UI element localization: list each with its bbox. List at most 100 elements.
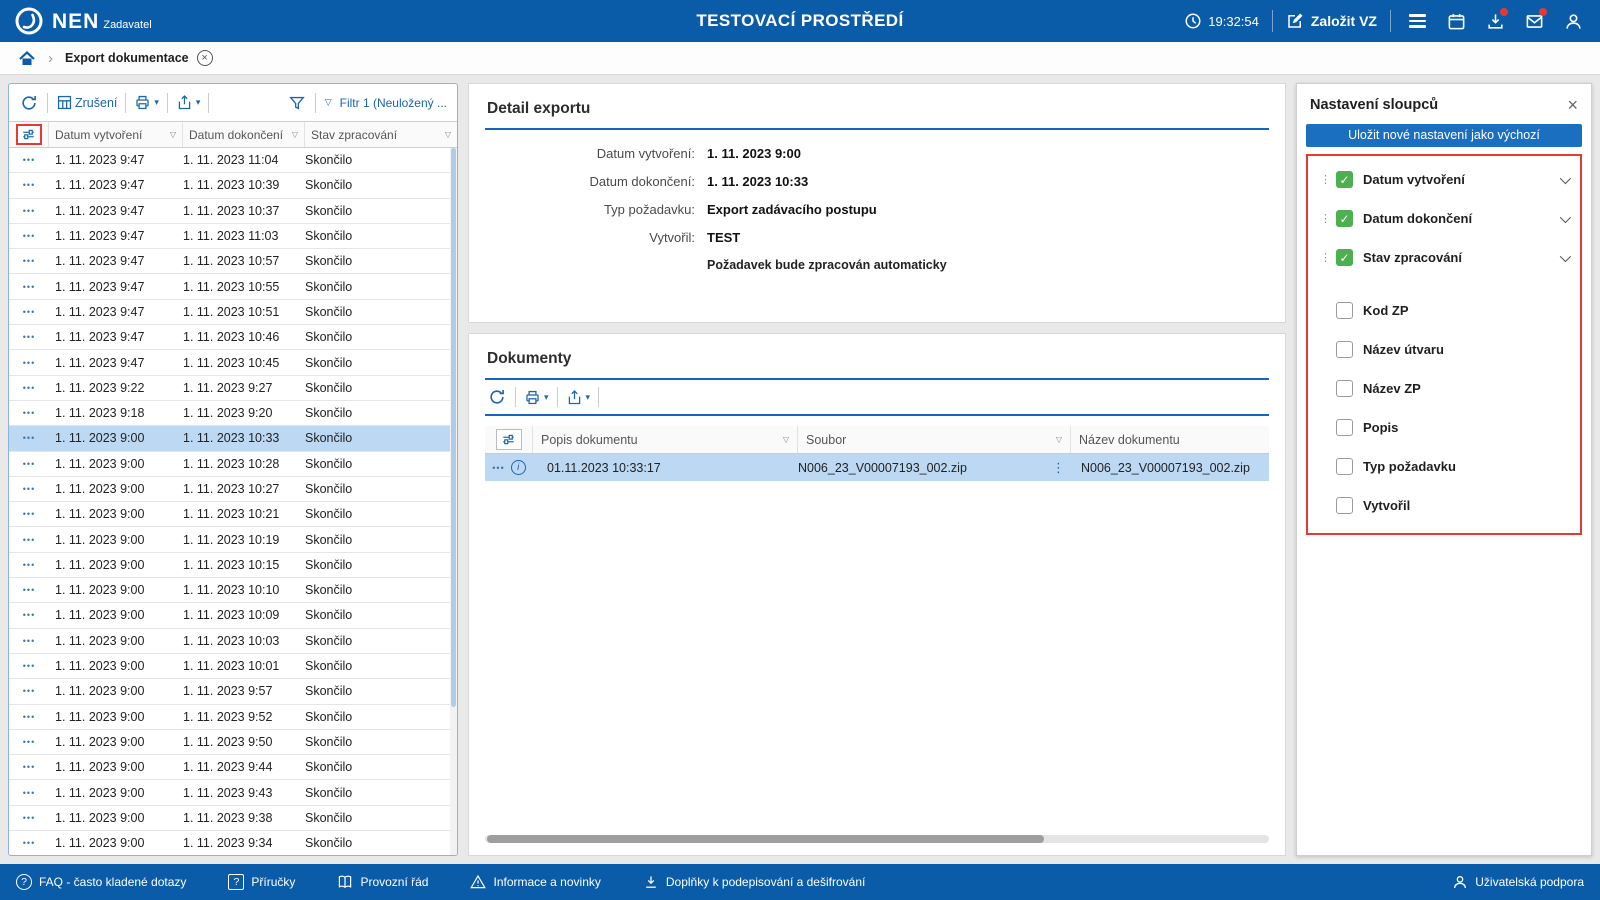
column-chooser-button[interactable]	[496, 429, 522, 450]
user-button[interactable]	[1560, 8, 1586, 34]
row-menu-icon[interactable]: •••	[23, 509, 35, 519]
table-row[interactable]: ••• 1. 11. 2023 9:18 1. 11. 2023 9:20 Sk…	[9, 401, 457, 426]
column-chooser-button[interactable]	[16, 124, 42, 145]
row-menu-icon[interactable]: •••	[492, 463, 504, 473]
table-row[interactable]: ••• 1. 11. 2023 9:47 1. 11. 2023 10:37 S…	[9, 199, 457, 224]
row-menu-icon[interactable]: •••	[23, 307, 35, 317]
row-menu-icon[interactable]: •••	[23, 180, 35, 190]
table-row[interactable]: ••• 1. 11. 2023 9:00 1. 11. 2023 10:01 S…	[9, 654, 457, 679]
create-vz-button[interactable]: Založit VZ	[1286, 12, 1377, 30]
table-row[interactable]: ••• 1. 11. 2023 9:00 1. 11. 2023 9:50 Sk…	[9, 730, 457, 755]
column-toggle-row[interactable]: Popis	[1308, 408, 1580, 447]
app-logo[interactable]: NEN Zadavatel	[14, 6, 152, 36]
table-row[interactable]: ••• 1. 11. 2023 9:47 1. 11. 2023 10:39 S…	[9, 173, 457, 198]
document-row[interactable]: ••• i 01.11.2023 10:33:17 N006_23_V00007…	[485, 454, 1269, 481]
table-row[interactable]: ••• 1. 11. 2023 9:47 1. 11. 2023 11:04 S…	[9, 148, 457, 173]
column-header-popis[interactable]: Popis dokumentu ▽	[533, 426, 798, 453]
table-row[interactable]: ••• 1. 11. 2023 9:00 1. 11. 2023 10:21 S…	[9, 502, 457, 527]
active-filter-label[interactable]: Filtr 1 (Neuložený ...	[340, 96, 447, 110]
footer-link-doplnky[interactable]: Doplňky k podepisování a dešifrování	[643, 874, 865, 890]
export-button[interactable]: ▾	[176, 94, 201, 111]
column-toggle-row[interactable]: Typ požadavku	[1308, 447, 1580, 486]
column-header-soubor[interactable]: Soubor ▽	[798, 426, 1071, 453]
table-row[interactable]: ••• 1. 11. 2023 9:00 1. 11. 2023 9:38 Sk…	[9, 806, 457, 831]
footer-link-informace[interactable]: Informace a novinky	[470, 874, 600, 890]
footer-link-podpora[interactable]: Uživatelská podpora	[1452, 874, 1584, 890]
row-menu-icon[interactable]: •••	[23, 636, 35, 646]
menu-button[interactable]	[1404, 8, 1430, 34]
checkbox-checked[interactable]: ✓	[1336, 171, 1353, 188]
row-menu-icon[interactable]: •••	[23, 813, 35, 823]
table-row[interactable]: ••• 1. 11. 2023 9:47 1. 11. 2023 10:57 S…	[9, 249, 457, 274]
save-default-settings-button[interactable]: Uložit nové nastavení jako výchozí	[1306, 124, 1582, 147]
table-row[interactable]: ••• 1. 11. 2023 9:00 1. 11. 2023 9:34 Sk…	[9, 831, 457, 855]
column-header-stav-zpracovani[interactable]: Stav zpracování ▽	[305, 122, 457, 147]
row-menu-icon[interactable]: •••	[23, 206, 35, 216]
table-row[interactable]: ••• 1. 11. 2023 9:47 1. 11. 2023 10:55 S…	[9, 274, 457, 299]
filter-caret-icon[interactable]: ▽	[1052, 435, 1062, 444]
checkbox-unchecked[interactable]	[1336, 380, 1353, 397]
print-button[interactable]: ▾	[134, 94, 159, 111]
refresh-button[interactable]	[487, 387, 507, 407]
row-menu-icon[interactable]: •••	[23, 712, 35, 722]
table-row[interactable]: ••• 1. 11. 2023 9:00 1. 11. 2023 10:33 S…	[9, 426, 457, 451]
row-menu-icon[interactable]: •••	[23, 737, 35, 747]
row-menu-icon[interactable]: •••	[23, 838, 35, 848]
table-row[interactable]: ••• 1. 11. 2023 9:00 1. 11. 2023 10:10 S…	[9, 578, 457, 603]
footer-link-faq[interactable]: ? FAQ - často kladené dotazy	[16, 874, 186, 890]
close-panel-icon[interactable]: ×	[1567, 96, 1578, 114]
table-row[interactable]: ••• 1. 11. 2023 9:47 1. 11. 2023 10:45 S…	[9, 350, 457, 375]
scrollbar-thumb[interactable]	[451, 148, 456, 707]
column-toggle-row[interactable]: Vytvořil	[1308, 486, 1580, 525]
row-menu-icon[interactable]: •••	[23, 358, 35, 368]
table-row[interactable]: ••• 1. 11. 2023 9:00 1. 11. 2023 10:03 S…	[9, 629, 457, 654]
refresh-button[interactable]	[19, 93, 39, 113]
column-toggle-row[interactable]: ⋮⋮ ✓ Stav zpracování	[1308, 238, 1580, 277]
row-menu-icon[interactable]: •••	[23, 332, 35, 342]
table-row[interactable]: ••• 1. 11. 2023 9:00 1. 11. 2023 10:09 S…	[9, 603, 457, 628]
checkbox-unchecked[interactable]	[1336, 497, 1353, 514]
footer-link-provozni-rad[interactable]: Provozní řád	[337, 874, 428, 890]
row-menu-icon[interactable]: •••	[23, 585, 35, 595]
drag-handle-icon[interactable]: ⋮⋮	[1320, 251, 1336, 264]
row-menu-icon[interactable]: •••	[23, 256, 35, 266]
checkbox-unchecked[interactable]	[1336, 419, 1353, 436]
cancel-button[interactable]: Zrušení	[56, 94, 117, 111]
checkbox-checked[interactable]: ✓	[1336, 210, 1353, 227]
row-menu-icon[interactable]: •••	[23, 231, 35, 241]
scrollbar-thumb[interactable]	[487, 835, 1044, 843]
table-row[interactable]: ••• 1. 11. 2023 9:00 1. 11. 2023 9:44 Sk…	[9, 755, 457, 780]
row-menu-icon[interactable]: •••	[23, 282, 35, 292]
table-row[interactable]: ••• 1. 11. 2023 9:00 1. 11. 2023 9:57 Sk…	[9, 679, 457, 704]
info-icon[interactable]: i	[511, 460, 526, 475]
drag-handle-icon[interactable]: ⋮⋮	[1320, 212, 1336, 225]
row-menu-icon[interactable]: •••	[23, 459, 35, 469]
filter-button[interactable]	[287, 93, 307, 113]
footer-link-prirucky[interactable]: ? Příručky	[228, 874, 295, 890]
row-menu-icon[interactable]: •••	[23, 484, 35, 494]
table-row[interactable]: ••• 1. 11. 2023 9:00 1. 11. 2023 10:28 S…	[9, 452, 457, 477]
filter-caret-icon[interactable]: ▽	[779, 435, 789, 444]
column-toggle-row[interactable]: ⋮⋮ ✓ Datum dokončení	[1308, 199, 1580, 238]
close-tab-icon[interactable]: ×	[197, 50, 213, 66]
row-menu-icon[interactable]: •••	[23, 686, 35, 696]
table-row[interactable]: ••• 1. 11. 2023 9:00 1. 11. 2023 10:15 S…	[9, 553, 457, 578]
cell-soubor[interactable]: N006_23_V00007193_002.zip	[798, 461, 967, 475]
chevron-down-icon[interactable]	[1560, 211, 1571, 222]
row-menu-icon[interactable]: •••	[23, 661, 35, 671]
table-row[interactable]: ••• 1. 11. 2023 9:47 1. 11. 2023 11:03 S…	[9, 224, 457, 249]
row-menu-icon[interactable]: •••	[23, 560, 35, 570]
table-row[interactable]: ••• 1. 11. 2023 9:47 1. 11. 2023 10:51 S…	[9, 300, 457, 325]
checkbox-unchecked[interactable]	[1336, 341, 1353, 358]
chevron-down-icon[interactable]	[1560, 172, 1571, 183]
table-row[interactable]: ••• 1. 11. 2023 9:47 1. 11. 2023 10:46 S…	[9, 325, 457, 350]
tab-export-dokumentace[interactable]: Export dokumentace ×	[65, 50, 213, 66]
messages-button[interactable]	[1521, 8, 1547, 34]
vertical-scrollbar[interactable]	[450, 148, 457, 855]
chevron-down-icon[interactable]	[1560, 250, 1571, 261]
checkbox-unchecked[interactable]	[1336, 302, 1353, 319]
drag-handle-icon[interactable]: ⋮⋮	[1320, 173, 1336, 186]
table-row[interactable]: ••• 1. 11. 2023 9:00 1. 11. 2023 9:52 Sk…	[9, 705, 457, 730]
filter-caret-icon[interactable]: ▽	[288, 130, 298, 139]
row-menu-icon[interactable]: •••	[23, 383, 35, 393]
